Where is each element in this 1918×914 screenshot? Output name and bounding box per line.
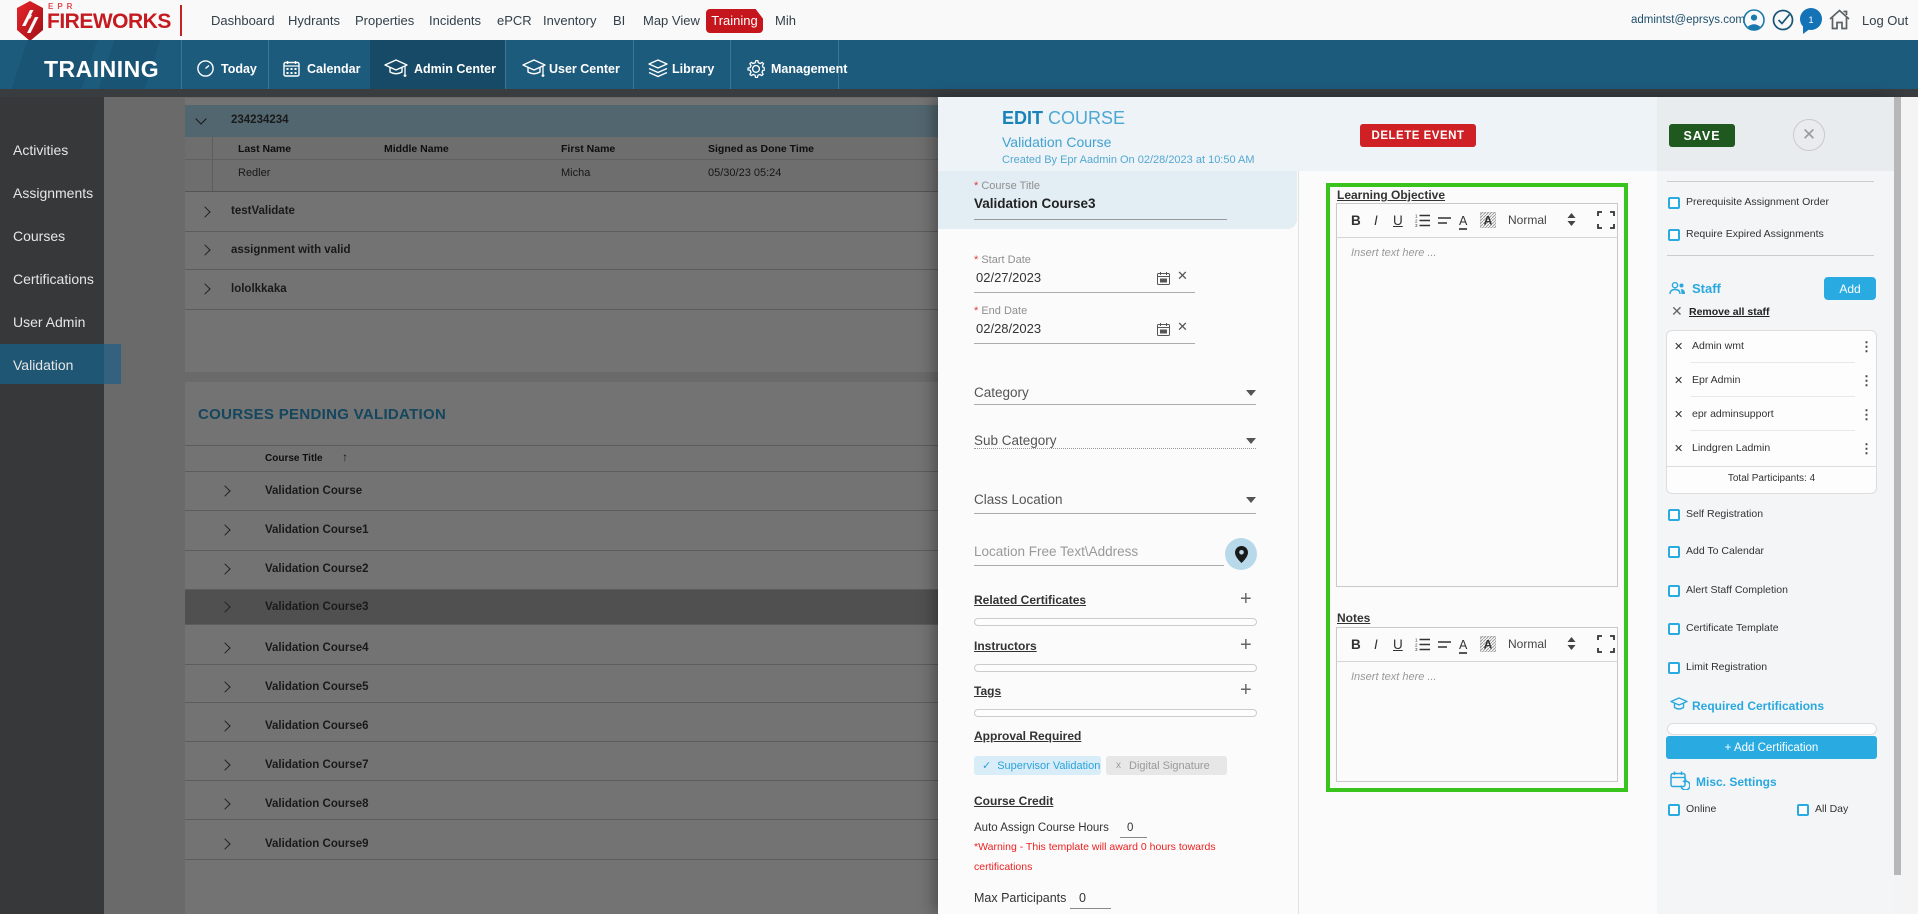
svg-text:3: 3: [1415, 223, 1418, 227]
svg-text:A: A: [1484, 214, 1493, 228]
svg-text:3: 3: [1415, 647, 1418, 651]
svg-text:1: 1: [1808, 15, 1813, 25]
svg-text:A: A: [1484, 638, 1493, 652]
